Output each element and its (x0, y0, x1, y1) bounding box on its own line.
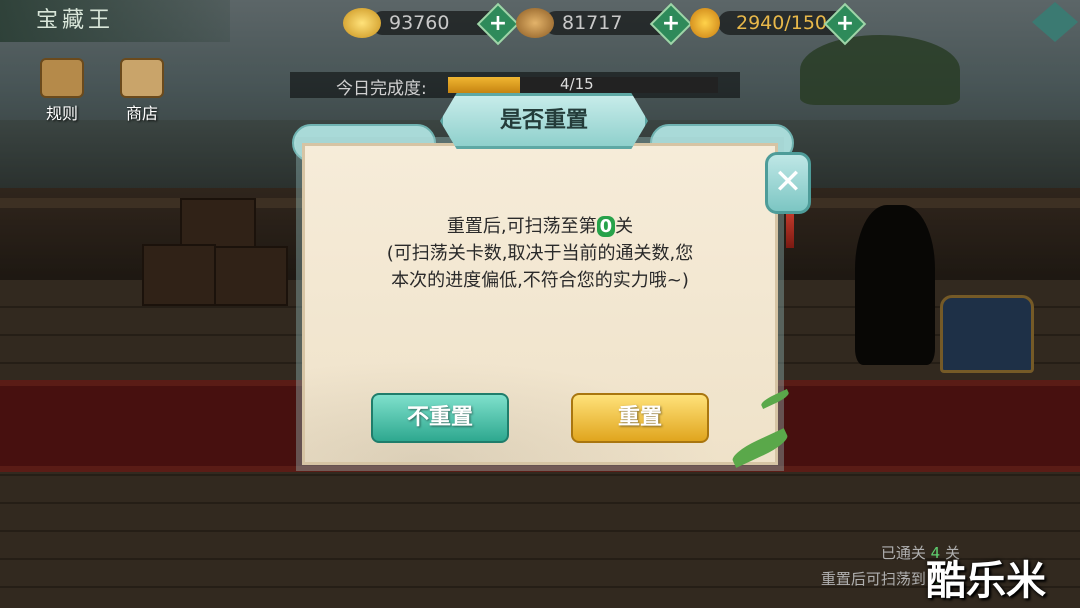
shop-button[interactable]: 商店 (114, 58, 170, 124)
rules-button[interactable]: 规则 (34, 58, 90, 124)
cleared-label: 已通关 (880, 544, 926, 562)
progress-fill (448, 77, 520, 93)
dialog-message: 重置后,可扫荡至第 0 关 (可扫荡关卡数,取决于当前的通关数,您 本次的进度偏低,… (302, 213, 778, 294)
progress-label: 今日完成度: (336, 79, 427, 99)
message-line-3: 本次的进度偏低,不符合您的实力哦~) (391, 270, 689, 291)
message-prefix: 重置后,可扫荡至第 (446, 216, 597, 237)
gold-ingot-icon (343, 8, 381, 38)
shop-label: 商店 (125, 104, 158, 123)
reset-button[interactable]: 重置 (571, 393, 709, 443)
lightning-icon (690, 8, 720, 38)
sweep-label: 重置后可扫荡到 (820, 570, 926, 588)
watermark: 酷乐米 (926, 558, 1046, 604)
plus-icon: + (835, 11, 855, 36)
coin-icon (516, 8, 554, 38)
tassel-decoration (786, 214, 794, 248)
dialog-title: 是否重置 (440, 93, 648, 149)
rules-label: 规则 (45, 104, 78, 123)
message-suffix: 关 (615, 216, 634, 237)
plus-icon: + (661, 11, 681, 36)
progress-value: 4/15 (560, 75, 594, 93)
close-icon: ✕ (773, 162, 803, 202)
close-button[interactable]: ✕ (765, 152, 811, 214)
no-reset-button[interactable]: 不重置 (371, 393, 509, 443)
message-line-2: (可扫荡关卡数,取决于当前的通关数,您 (386, 243, 694, 264)
shop-icon (120, 58, 164, 98)
plus-icon: + (488, 11, 508, 36)
sweep-stage-number: 0 (596, 216, 616, 237)
scroll-icon (40, 58, 84, 98)
game-title: 宝藏王 (0, 0, 230, 42)
message-line-1: 重置后,可扫荡至第 0 关 (302, 213, 778, 240)
